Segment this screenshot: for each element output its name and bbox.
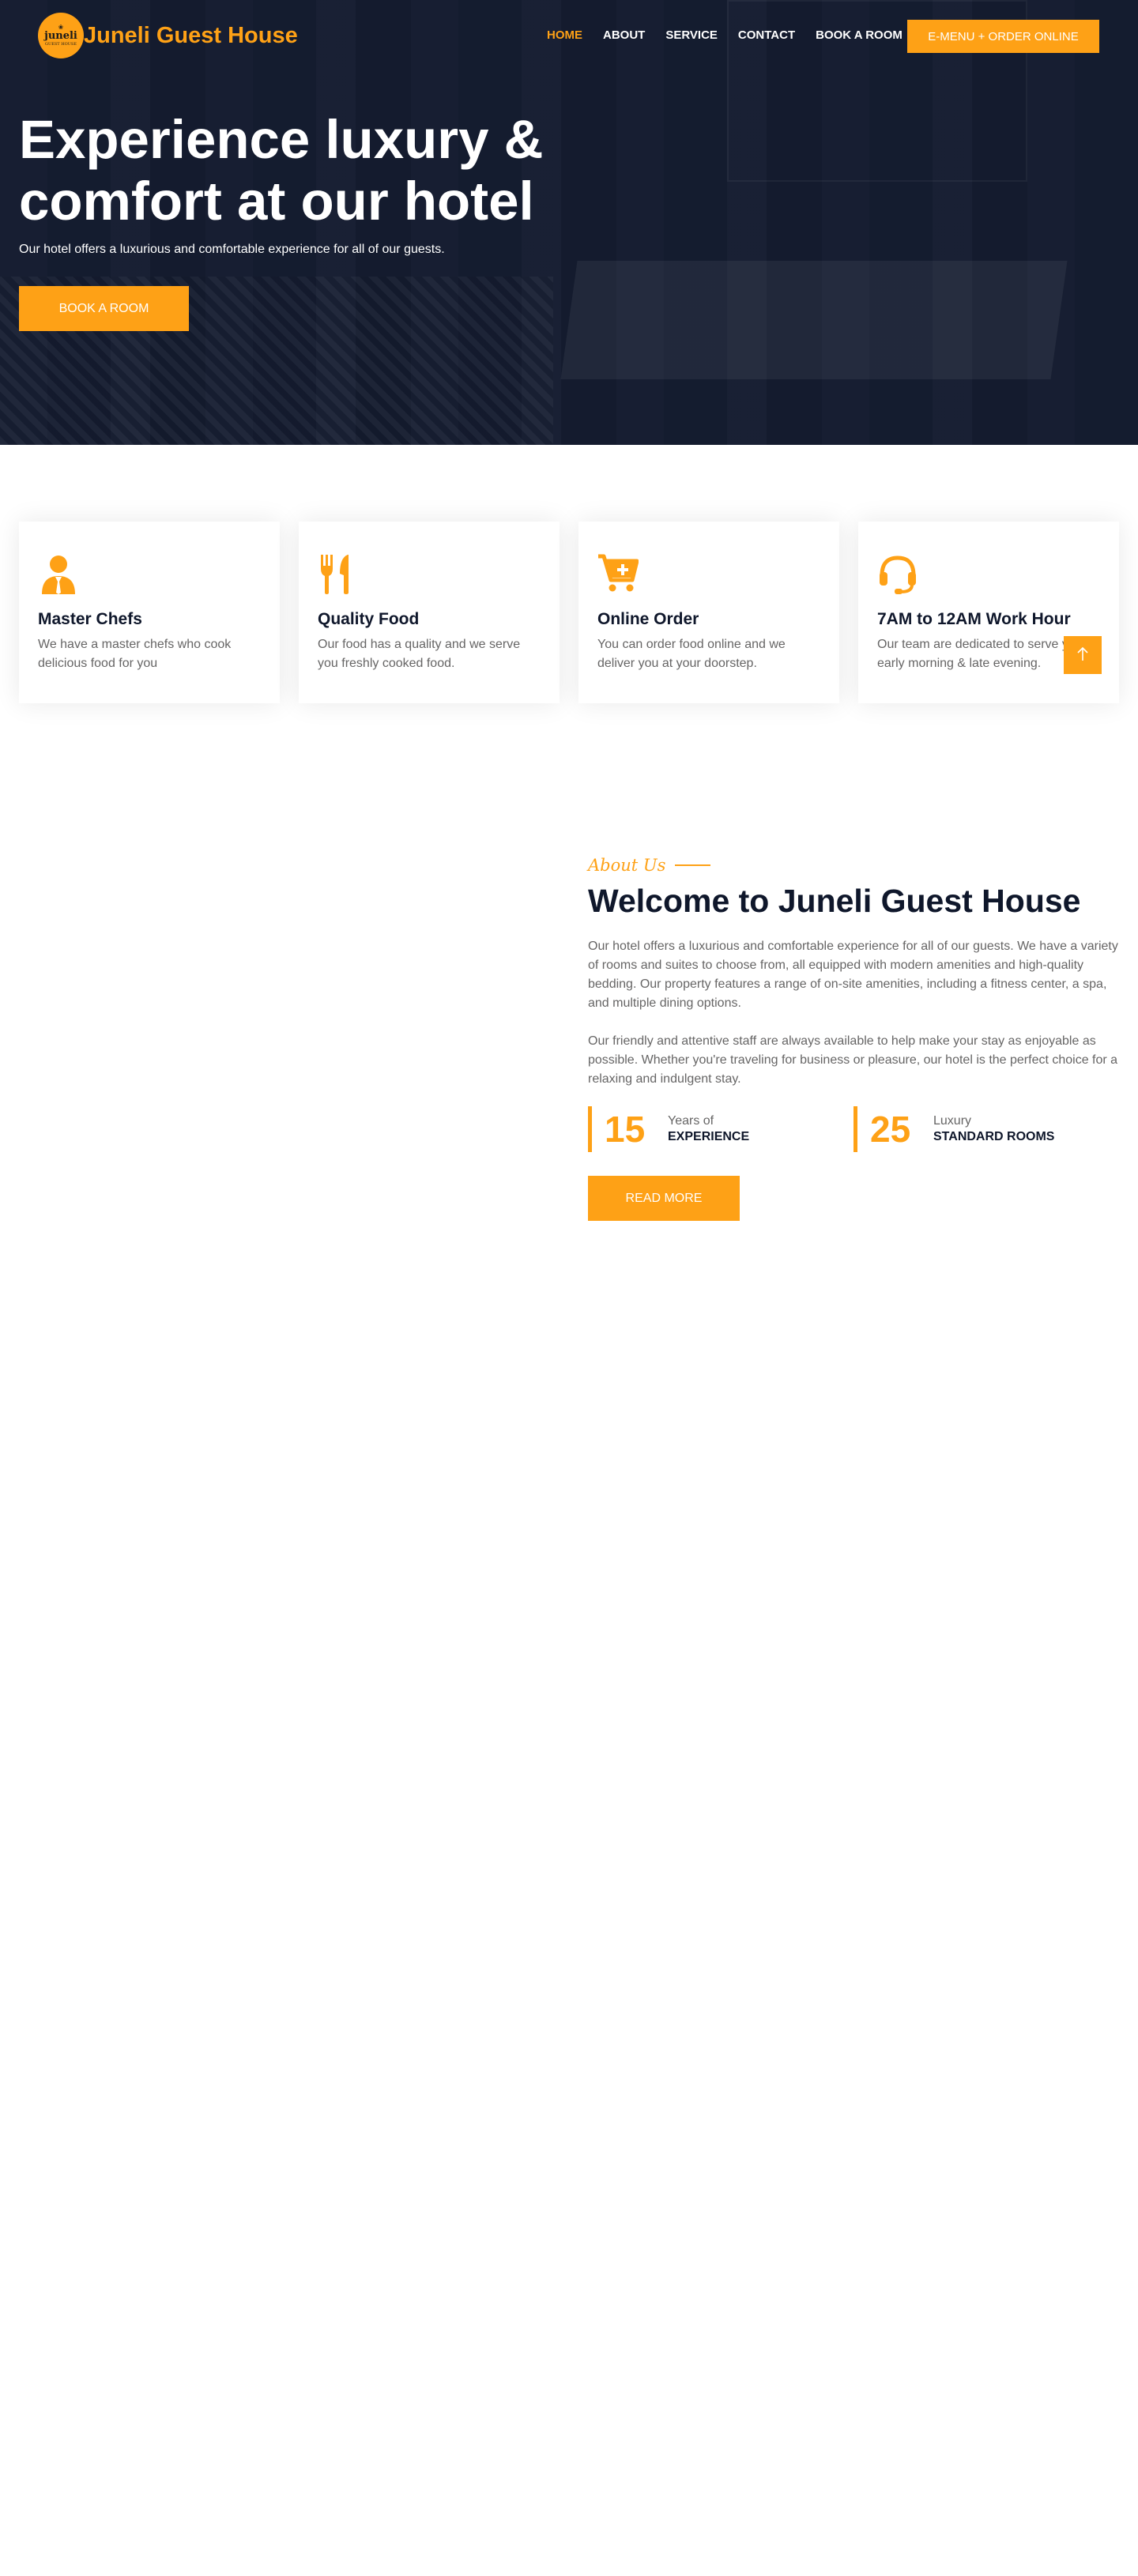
subtitle-divider [675, 864, 711, 866]
chef-icon [38, 553, 79, 594]
brand-name: Juneli Guest House [84, 22, 298, 48]
stats-row: 15 Years of EXPERIENCE 25 Luxury STANDAR… [588, 1106, 1119, 1152]
logo-tagline: GUEST HOUSE [45, 42, 77, 47]
stat-label-strong: EXPERIENCE [668, 1130, 750, 1143]
about-paragraph: Our friendly and attentive staff are alw… [588, 1034, 1118, 1086]
about-subtitle: About Us [588, 856, 1119, 875]
about-title: Welcome to Juneli Guest House [588, 883, 1081, 919]
nav-item-about[interactable]: ABOUT [603, 28, 645, 42]
nav-item-contact[interactable]: CONTACT [738, 28, 795, 42]
service-title: 7AM to 12AM Work Hour [877, 610, 1071, 628]
service-text: We have a master chefs who cook deliciou… [38, 638, 232, 670]
service-card: Online Order You can order food online a… [578, 522, 839, 703]
book-a-room-button[interactable]: BOOK A ROOM [19, 286, 189, 331]
service-title: Quality Food [318, 610, 420, 628]
service-card: Master Chefs We have a master chefs who … [19, 522, 280, 703]
about-subtitle-text: About Us [588, 856, 666, 875]
brand-logo: ❀ juneli GUEST HOUSE [38, 13, 84, 58]
service-card: Quality Food Our food has a quality and … [299, 522, 560, 703]
stat-label: Years of [668, 1114, 714, 1128]
logo-text: juneli [44, 30, 77, 42]
headset-icon [877, 553, 918, 594]
hero-section: ❀ juneli GUEST HOUSE Juneli Guest House … [0, 0, 1138, 445]
emenu-order-online-button[interactable]: E-MENU + ORDER ONLINE [907, 20, 1099, 53]
service-title: Online Order [597, 610, 699, 628]
cart-plus-icon [597, 553, 639, 594]
service-title: Master Chefs [38, 610, 142, 628]
utensils-icon [318, 553, 359, 594]
hero-title: Experience luxury & comfort at our hotel [19, 109, 544, 232]
about-section: About Us Welcome to Juneli Guest House O… [588, 856, 1119, 1221]
nav-item-book-a-room[interactable]: BOOK A ROOM [816, 28, 902, 42]
navbar: ❀ juneli GUEST HOUSE Juneli Guest House … [0, 0, 1138, 70]
stat-number: 15 [605, 1109, 646, 1150]
back-to-top-button[interactable] [1064, 636, 1102, 674]
stat-number: 25 [870, 1109, 911, 1150]
service-card: 7AM to 12AM Work Hour Our team are dedic… [858, 522, 1119, 703]
stat-label-strong: STANDARD ROOMS [933, 1130, 1055, 1143]
stat-rooms: 25 Luxury STANDARD ROOMS [854, 1106, 1119, 1152]
stat-experience: 15 Years of EXPERIENCE [588, 1106, 854, 1152]
service-text: You can order food online and we deliver… [597, 638, 786, 670]
nav-item-home[interactable]: HOME [547, 28, 582, 42]
hero-subtitle: Our hotel offers a luxurious and comfort… [19, 243, 445, 256]
main-nav: HOME ABOUT SERVICE CONTACT BOOK A ROOM [547, 28, 923, 42]
brand-link[interactable]: ❀ juneli GUEST HOUSE Juneli Guest House [38, 13, 298, 58]
about-paragraph: Our hotel offers a luxurious and comfort… [588, 940, 1118, 1010]
services-row: Master Chefs We have a master chefs who … [19, 522, 1119, 703]
stat-label: Luxury [933, 1114, 972, 1128]
nav-item-service[interactable]: SERVICE [665, 28, 718, 42]
hero-background-counter [560, 261, 1068, 379]
service-text: Our food has a quality and we serve you … [318, 638, 521, 670]
read-more-button[interactable]: READ MORE [588, 1176, 740, 1221]
arrow-up-icon [1076, 646, 1090, 665]
